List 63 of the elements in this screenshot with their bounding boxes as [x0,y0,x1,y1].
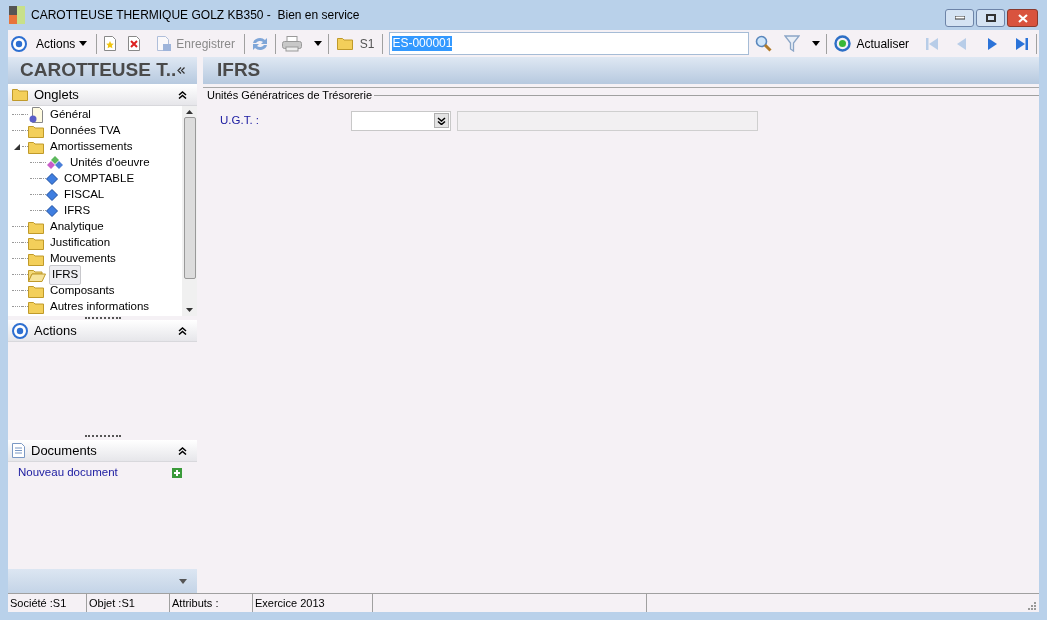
diamond-icon [46,205,58,217]
open-folder-icon [28,268,46,282]
folder-icon [28,220,44,234]
status-text: Société :S1 [10,595,67,611]
caret-icon[interactable] [313,41,322,46]
folder-icon [12,88,28,101]
window-title: CAROTTEUSE THERMIQUE GOLZ KB350 - Bien en service [31,7,361,24]
panel-title: Onglets [34,85,80,104]
search-icon[interactable] [755,35,773,52]
diamond-icon [46,189,58,201]
folder-icon [28,300,44,314]
panel-title: Actions [34,321,78,340]
status-text: Attributs : [172,595,219,611]
status-text: Objet :S1 [89,595,135,611]
double-chevron-icon[interactable] [178,326,187,335]
target-icon[interactable] [11,35,27,52]
actions-panel-header[interactable]: Actions [8,320,197,342]
minimize-icon [954,16,965,20]
panel-title: Documents [31,441,98,460]
content-title: IFRS [217,58,261,83]
double-chevron-down-icon[interactable] [434,113,449,128]
maximize-button[interactable] [976,9,1005,27]
group-title: Unités Génératrices de Trésorerie [207,88,373,103]
last-record-icon[interactable] [1014,35,1031,52]
double-chevron-icon[interactable] [178,90,187,99]
documents-panel-header[interactable]: Documents [8,440,197,462]
tree-item[interactable]: IFRS [49,265,82,285]
document-icon [12,443,25,458]
actions-menu-button[interactable]: Actions [33,32,91,55]
sidebar-title: CAROTTEUSE T.. [20,58,177,83]
diamonds-icon [46,156,64,170]
caret-icon [79,41,88,46]
diamond-icon [46,173,58,185]
scroll-down-icon[interactable] [186,308,193,312]
field-label: U.G.T. : [220,112,260,128]
caret-icon[interactable] [812,41,821,46]
target-icon [12,322,28,339]
status-text: Exercice 2013 [255,595,325,611]
dropdown-field[interactable] [351,110,451,131]
new-document-icon[interactable] [103,36,118,51]
document-icon [28,107,44,123]
folder-icon [28,284,44,298]
close-button[interactable] [1007,9,1038,27]
folder-icon [28,252,44,266]
folder-icon [28,236,44,250]
collapse-icon[interactable] [177,67,185,74]
tabs-panel-header[interactable]: Onglets [8,84,197,106]
folder-button[interactable]: S1 [334,34,377,53]
add-icon[interactable] [172,468,182,478]
printer-icon[interactable] [281,35,302,52]
refresh-icon [834,35,852,52]
double-chevron-icon[interactable] [178,446,187,455]
close-icon [1017,13,1028,23]
app-logo-icon [9,6,25,24]
delete-document-icon[interactable] [127,36,142,51]
refresh-button[interactable]: Actualiser [833,34,911,53]
folder-icon [28,124,44,138]
new-document-link[interactable]: Nouveau document [18,464,118,482]
scroll-up-icon[interactable] [186,110,193,114]
maximize-icon [985,14,996,22]
folder-icon [336,37,353,50]
folder-icon [28,140,44,154]
expanded-triangle-icon[interactable] [12,144,22,150]
